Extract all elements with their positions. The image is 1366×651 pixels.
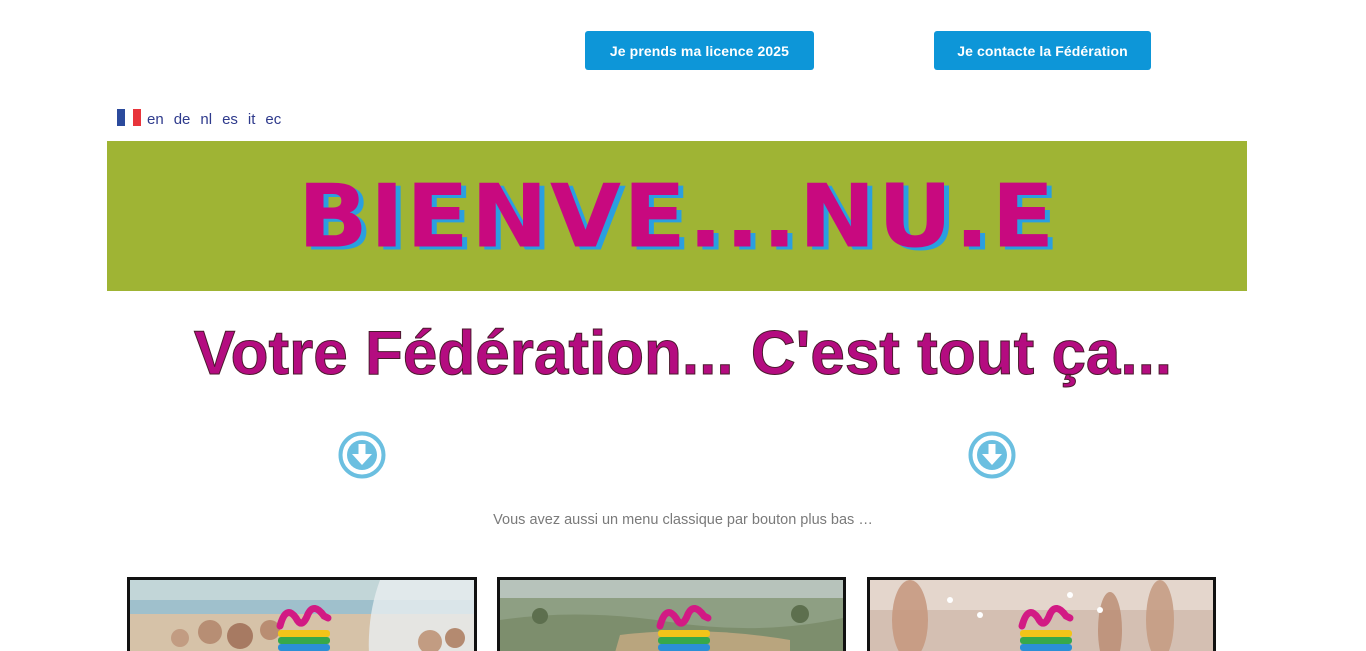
ffn-logo-icon (1018, 605, 1074, 651)
card-beach[interactable] (127, 577, 477, 651)
language-item[interactable]: en (147, 112, 164, 128)
arrow-down-circle-icon[interactable] (338, 431, 386, 479)
page: Je prends ma licence 2025 Je contacte la… (0, 0, 1366, 651)
language-item[interactable]: de (174, 112, 191, 128)
language-item[interactable]: ec (265, 112, 281, 128)
language-item[interactable]: es (222, 112, 238, 128)
card-seaside[interactable] (867, 577, 1216, 651)
page-headline: Votre Fédération... C'est tout ça... (193, 319, 1173, 389)
ffn-logo-icon (656, 605, 712, 651)
banner-title: BIENVE...NU.E (297, 165, 1057, 267)
flag-france-icon[interactable] (117, 109, 141, 126)
menu-note: Vous avez aussi un menu classique par bo… (493, 512, 873, 528)
contact-federation-button[interactable]: Je contacte la Fédération (934, 31, 1151, 70)
ffn-logo-icon (276, 605, 332, 651)
welcome-banner: BIENVE...NU.E (107, 141, 1247, 291)
language-item[interactable]: nl (200, 112, 212, 128)
arrow-down-circle-icon[interactable] (968, 431, 1016, 479)
card-countryside[interactable] (497, 577, 846, 651)
language-switcher: en de nl es it ec (117, 108, 291, 128)
licence-button[interactable]: Je prends ma licence 2025 (585, 31, 814, 70)
language-item[interactable]: it (248, 112, 256, 128)
